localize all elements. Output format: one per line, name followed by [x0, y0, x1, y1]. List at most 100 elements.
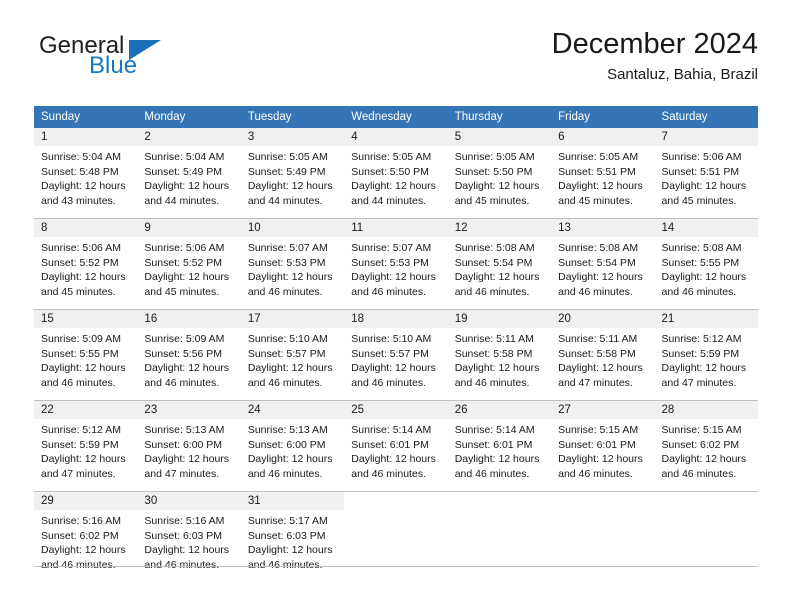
- page-subtitle: Santaluz, Bahia, Brazil: [607, 66, 758, 84]
- daylight-text-line2: and 46 minutes.: [247, 467, 323, 480]
- daylight-text-line2: and 46 minutes.: [41, 376, 116, 389]
- day-cell[interactable]: 16 Sunrise: 5:09 AM Sunset: 5:56 PM Dayl…: [137, 309, 241, 401]
- day-cell[interactable]: 7 Sunrise: 5:06 AM Sunset: 5:51 PM Dayli…: [654, 128, 758, 219]
- sunrise-text: Sunrise: 5:07 AM: [247, 242, 328, 254]
- day-cell[interactable]: 27 Sunrise: 5:15 AM Sunset: 6:01 PM Dayl…: [551, 400, 655, 492]
- sunset-text: Sunset: 6:00 PM: [144, 438, 223, 451]
- day-number: 26: [447, 401, 552, 419]
- daylight-text-line2: and 46 minutes.: [351, 285, 426, 298]
- day-number: 3: [240, 128, 345, 146]
- day-details: Sunrise: 5:05 AM Sunset: 5:49 PM Dayligh…: [241, 146, 344, 208]
- sunset-text: Sunset: 5:53 PM: [247, 256, 326, 269]
- day-cell[interactable]: 14 Sunrise: 5:08 AM Sunset: 5:55 PM Dayl…: [654, 218, 758, 310]
- day-cell[interactable]: 24 Sunrise: 5:13 AM Sunset: 6:00 PM Dayl…: [240, 400, 345, 492]
- day-cell-empty: [551, 491, 655, 582]
- day-cell[interactable]: 8 Sunrise: 5:06 AM Sunset: 5:52 PM Dayli…: [34, 218, 138, 310]
- day-cell[interactable]: 5 Sunrise: 5:05 AM Sunset: 5:50 PM Dayli…: [447, 128, 552, 219]
- daylight-text-line1: Daylight: 12 hours: [41, 180, 126, 193]
- daylight-text-line1: Daylight: 12 hours: [558, 180, 643, 193]
- sunset-text: Sunset: 5:59 PM: [661, 347, 740, 360]
- day-details: Sunrise: 5:05 AM Sunset: 5:50 PM Dayligh…: [448, 146, 551, 208]
- daylight-text-line1: Daylight: 12 hours: [144, 453, 230, 466]
- daylight-text-line1: Daylight: 12 hours: [41, 362, 126, 375]
- day-number: 21: [654, 310, 758, 328]
- sunrise-text: Sunrise: 5:15 AM: [558, 424, 639, 436]
- day-number: 27: [551, 401, 655, 419]
- day-cell[interactable]: 4 Sunrise: 5:05 AM Sunset: 5:50 PM Dayli…: [344, 128, 448, 219]
- calendar-grid: Sunday Monday Tuesday Wednesday Thursday…: [34, 106, 758, 582]
- day-cell[interactable]: 1 Sunrise: 5:04 AM Sunset: 5:48 PM Dayli…: [34, 128, 138, 219]
- sunset-text: Sunset: 6:00 PM: [247, 438, 326, 451]
- day-cell[interactable]: 29 Sunrise: 5:16 AM Sunset: 6:02 PM Dayl…: [34, 491, 138, 582]
- sunrise-text: Sunrise: 5:06 AM: [144, 242, 225, 254]
- day-details: Sunrise: 5:06 AM Sunset: 5:52 PM Dayligh…: [137, 237, 240, 299]
- day-cell[interactable]: 15 Sunrise: 5:09 AM Sunset: 5:55 PM Dayl…: [34, 309, 138, 401]
- daylight-text-line2: and 46 minutes.: [247, 376, 323, 389]
- sunset-text: Sunset: 6:02 PM: [661, 438, 740, 451]
- week-row: 29 Sunrise: 5:16 AM Sunset: 6:02 PM Dayl…: [34, 491, 758, 582]
- day-cell[interactable]: 28 Sunrise: 5:15 AM Sunset: 6:02 PM Dayl…: [654, 400, 758, 492]
- day-cell[interactable]: 13 Sunrise: 5:08 AM Sunset: 5:54 PM Dayl…: [551, 218, 655, 310]
- day-details: Sunrise: 5:12 AM Sunset: 5:59 PM Dayligh…: [655, 328, 758, 390]
- day-details: Sunrise: 5:06 AM Sunset: 5:51 PM Dayligh…: [655, 146, 758, 208]
- day-details: Sunrise: 5:06 AM Sunset: 5:52 PM Dayligh…: [34, 237, 137, 299]
- sunset-text: Sunset: 6:01 PM: [454, 438, 533, 451]
- calendar-bottom-divider: [34, 566, 758, 567]
- weekday-header-thursday: Thursday: [447, 106, 552, 128]
- sunset-text: Sunset: 5:50 PM: [351, 165, 429, 178]
- sunrise-text: Sunrise: 5:07 AM: [351, 242, 432, 254]
- daylight-text-line1: Daylight: 12 hours: [454, 362, 540, 375]
- sunset-text: Sunset: 5:52 PM: [144, 256, 223, 269]
- day-cell[interactable]: 11 Sunrise: 5:07 AM Sunset: 5:53 PM Dayl…: [344, 218, 448, 310]
- sunset-text: Sunset: 5:58 PM: [558, 347, 636, 360]
- daylight-text-line2: and 46 minutes.: [454, 376, 530, 389]
- day-cell[interactable]: 19 Sunrise: 5:11 AM Sunset: 5:58 PM Dayl…: [447, 309, 552, 401]
- day-number: 15: [34, 310, 138, 328]
- sunrise-text: Sunrise: 5:12 AM: [41, 424, 121, 436]
- daylight-text-line2: and 46 minutes.: [454, 285, 530, 298]
- day-cell[interactable]: 6 Sunrise: 5:05 AM Sunset: 5:51 PM Dayli…: [551, 128, 655, 219]
- day-details: Sunrise: 5:12 AM Sunset: 5:59 PM Dayligh…: [34, 419, 137, 481]
- daylight-text-line1: Daylight: 12 hours: [144, 362, 230, 375]
- day-cell[interactable]: 22 Sunrise: 5:12 AM Sunset: 5:59 PM Dayl…: [34, 400, 138, 492]
- day-cell[interactable]: 9 Sunrise: 5:06 AM Sunset: 5:52 PM Dayli…: [137, 218, 241, 310]
- day-cell[interactable]: 12 Sunrise: 5:08 AM Sunset: 5:54 PM Dayl…: [447, 218, 552, 310]
- daylight-text-line2: and 46 minutes.: [351, 467, 426, 480]
- day-cell[interactable]: 3 Sunrise: 5:05 AM Sunset: 5:49 PM Dayli…: [240, 128, 345, 219]
- day-cell[interactable]: 23 Sunrise: 5:13 AM Sunset: 6:00 PM Dayl…: [137, 400, 241, 492]
- weekday-header-saturday: Saturday: [654, 106, 758, 128]
- daylight-text-line1: Daylight: 12 hours: [144, 544, 230, 557]
- day-details: Sunrise: 5:15 AM Sunset: 6:02 PM Dayligh…: [655, 419, 758, 481]
- daylight-text-line2: and 44 minutes.: [247, 194, 323, 207]
- day-cell[interactable]: 25 Sunrise: 5:14 AM Sunset: 6:01 PM Dayl…: [344, 400, 448, 492]
- day-cell[interactable]: 21 Sunrise: 5:12 AM Sunset: 5:59 PM Dayl…: [654, 309, 758, 401]
- day-number: 6: [551, 128, 655, 146]
- sunrise-text: Sunrise: 5:16 AM: [41, 515, 121, 527]
- day-cell[interactable]: 31 Sunrise: 5:17 AM Sunset: 6:03 PM Dayl…: [240, 491, 345, 582]
- sunset-text: Sunset: 5:57 PM: [351, 347, 429, 360]
- day-cell[interactable]: 26 Sunrise: 5:14 AM Sunset: 6:01 PM Dayl…: [447, 400, 552, 492]
- daylight-text-line2: and 46 minutes.: [351, 376, 426, 389]
- day-number: 16: [137, 310, 241, 328]
- day-cell[interactable]: 10 Sunrise: 5:07 AM Sunset: 5:53 PM Dayl…: [240, 218, 345, 310]
- sunset-text: Sunset: 6:03 PM: [144, 529, 223, 542]
- daylight-text-line1: Daylight: 12 hours: [558, 453, 643, 466]
- day-details: Sunrise: 5:10 AM Sunset: 5:57 PM Dayligh…: [344, 328, 447, 390]
- day-cell[interactable]: 17 Sunrise: 5:10 AM Sunset: 5:57 PM Dayl…: [240, 309, 345, 401]
- daylight-text-line1: Daylight: 12 hours: [661, 362, 747, 375]
- daylight-text-line1: Daylight: 12 hours: [661, 453, 747, 466]
- day-cell[interactable]: 18 Sunrise: 5:10 AM Sunset: 5:57 PM Dayl…: [344, 309, 448, 401]
- daylight-text-line2: and 45 minutes.: [41, 285, 116, 298]
- day-cell-empty: [654, 491, 758, 582]
- day-cell-empty: [447, 491, 552, 582]
- daylight-text-line1: Daylight: 12 hours: [247, 544, 333, 557]
- day-cell[interactable]: 30 Sunrise: 5:16 AM Sunset: 6:03 PM Dayl…: [137, 491, 241, 582]
- day-cell[interactable]: 20 Sunrise: 5:11 AM Sunset: 5:58 PM Dayl…: [551, 309, 655, 401]
- daylight-text-line1: Daylight: 12 hours: [661, 180, 747, 193]
- daylight-text-line2: and 46 minutes.: [247, 285, 323, 298]
- day-cell[interactable]: 2 Sunrise: 5:04 AM Sunset: 5:49 PM Dayli…: [137, 128, 241, 219]
- sunset-text: Sunset: 6:03 PM: [247, 529, 326, 542]
- daylight-text-line1: Daylight: 12 hours: [558, 362, 643, 375]
- daylight-text-line2: and 47 minutes.: [661, 376, 737, 389]
- day-number: 17: [240, 310, 345, 328]
